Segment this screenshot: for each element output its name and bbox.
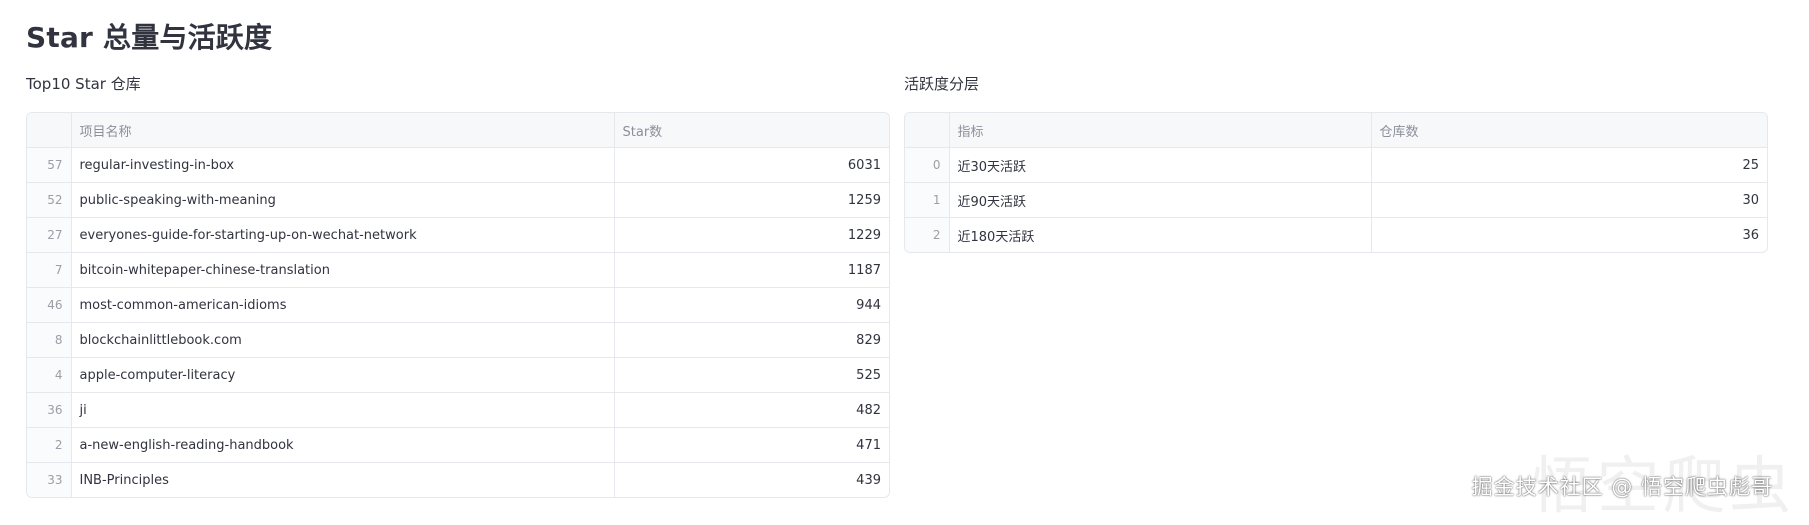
cell-project-name[interactable]: a-new-english-reading-handbook (71, 427, 615, 463)
cell-star-count[interactable]: 944 (614, 287, 889, 323)
cell-repo-count[interactable]: 30 (1371, 182, 1767, 218)
table-row[interactable]: 36 ji 482 (27, 392, 889, 428)
index-column-header[interactable] (905, 113, 950, 148)
column-header-metric[interactable]: 指标 (949, 113, 1372, 148)
cell-star-count[interactable]: 482 (614, 392, 889, 428)
row-index: 4 (27, 357, 72, 393)
table-row[interactable]: 57 regular-investing-in-box 6031 (27, 147, 889, 183)
row-index: 27 (27, 217, 72, 253)
cell-project-name[interactable]: regular-investing-in-box (71, 147, 615, 183)
cell-star-count[interactable]: 829 (614, 322, 889, 358)
table-row[interactable]: 7 bitcoin-whitepaper-chinese-translation 1… (27, 252, 889, 288)
cell-star-count[interactable]: 525 (614, 357, 889, 393)
table-row[interactable]: 8 blockchainlittlebook.com 829 (27, 322, 889, 358)
row-index: 46 (27, 287, 72, 323)
cell-project-name[interactable]: apple-computer-literacy (71, 357, 615, 393)
cell-project-name[interactable]: everyones-guide-for-starting-up-on-wecha… (71, 217, 615, 253)
row-index: 7 (27, 252, 72, 288)
top10-star-section-title: Top10 Star 仓库 (26, 75, 141, 93)
cell-metric[interactable]: 近180天活跃 (949, 217, 1372, 252)
cell-star-count[interactable]: 6031 (614, 147, 889, 183)
table-row[interactable]: 33 INB-Principles 439 (27, 462, 889, 498)
cell-project-name[interactable]: most-common-american-idioms (71, 287, 615, 323)
watermark: 掘金技术社区 @ 悟空爬虫彪哥 (1471, 475, 1773, 499)
cell-repo-count[interactable]: 25 (1371, 147, 1767, 183)
row-index: 8 (27, 322, 72, 358)
table-row[interactable]: 4 apple-computer-literacy 525 (27, 357, 889, 393)
cell-project-name[interactable]: bitcoin-whitepaper-chinese-translation (71, 252, 615, 288)
cell-repo-count[interactable]: 36 (1371, 218, 1767, 253)
row-index: 2 (905, 217, 950, 252)
index-column-header[interactable] (27, 113, 72, 148)
cell-star-count[interactable]: 1259 (614, 182, 889, 218)
cell-star-count[interactable]: 471 (614, 427, 889, 463)
row-index: 1 (905, 182, 950, 218)
row-index: 2 (27, 427, 72, 463)
row-index: 0 (905, 147, 950, 183)
column-header-star-count[interactable]: Star数 (614, 113, 889, 148)
table-row[interactable]: 1 近90天活跃 30 (905, 182, 1767, 218)
row-index: 57 (27, 147, 72, 183)
top10-star-table[interactable]: 项目名称 Star数 57 regular-investing-in-box 603… (26, 112, 890, 498)
cell-star-count[interactable]: 439 (614, 463, 889, 498)
cell-star-count[interactable]: 1229 (614, 217, 889, 253)
cell-metric[interactable]: 近30天活跃 (949, 147, 1372, 183)
table-header-row: 项目名称 Star数 (27, 113, 889, 148)
row-index: 52 (27, 182, 72, 218)
table-row[interactable]: 46 most-common-american-idioms 944 (27, 287, 889, 323)
cell-star-count[interactable]: 1187 (614, 252, 889, 288)
cell-project-name[interactable]: ji (71, 392, 615, 428)
row-index: 33 (27, 462, 72, 497)
row-index: 36 (27, 392, 72, 428)
page-title: Star 总量与活跃度 (26, 21, 273, 54)
table-row[interactable]: 52 public-speaking-with-meaning 1259 (27, 182, 889, 218)
table-row[interactable]: 2 a-new-english-reading-handbook 471 (27, 427, 889, 463)
column-header-repo-count[interactable]: 仓库数 (1371, 113, 1767, 148)
cell-project-name[interactable]: public-speaking-with-meaning (71, 182, 615, 218)
table-row[interactable]: 27 everyones-guide-for-starting-up-on-wec… (27, 217, 889, 253)
column-header-project-name[interactable]: 项目名称 (71, 113, 615, 148)
cell-metric[interactable]: 近90天活跃 (949, 182, 1372, 218)
table-row[interactable]: 2 近180天活跃 36 (905, 217, 1767, 253)
activity-tiers-table[interactable]: 指标 仓库数 0 近30天活跃 25 1 近90天活跃 30 2 近180天活跃 36 (904, 112, 1768, 253)
cell-project-name[interactable]: blockchainlittlebook.com (71, 322, 615, 358)
table-header-row: 指标 仓库数 (905, 113, 1767, 148)
cell-project-name[interactable]: INB-Principles (71, 462, 615, 497)
activity-tiers-section-title: 活跃度分层 (904, 75, 980, 93)
table-row[interactable]: 0 近30天活跃 25 (905, 147, 1767, 183)
